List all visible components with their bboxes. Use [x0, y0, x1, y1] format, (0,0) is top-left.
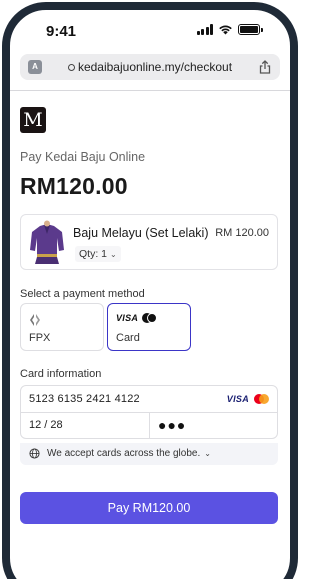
url-text: kedaibajuonline.my/checkout [77, 60, 233, 74]
card-input-group: 5123 6135 2421 4122 VISA 12 / 28 ●●● [20, 385, 278, 439]
visa-icon: VISA [116, 313, 139, 323]
signal-icon [196, 24, 213, 35]
accepted-cards-text: We accept cards across the globe. [47, 448, 201, 459]
url-display[interactable]: kedaibajuonline.my/checkout [20, 60, 280, 74]
cvc-input[interactable]: ●●● [158, 417, 186, 433]
card-number-input[interactable]: 5123 6135 2421 4122 [29, 393, 140, 405]
fpx-icon [30, 314, 40, 326]
address-bar[interactable]: A kedaibajuonline.my/checkout [20, 54, 280, 80]
translate-icon[interactable]: A [28, 60, 42, 74]
lock-icon [67, 64, 75, 71]
wifi-icon [219, 25, 232, 35]
item-name: Baju Melayu (Set Lelaki) [73, 226, 209, 240]
payment-method-heading: Select a payment method [20, 288, 145, 300]
share-icon[interactable] [258, 60, 272, 74]
chevron-down-icon: ⌄ [110, 250, 117, 259]
payment-method-label: Card [116, 332, 140, 344]
browser-divider [10, 90, 290, 91]
merchant-name: Pay Kedai Baju Online [20, 150, 146, 164]
item-price: RM 120.00 [215, 227, 269, 239]
accepted-brands: VISA [227, 394, 269, 404]
status-time: 9:41 [46, 23, 77, 40]
status-bar: 9:41 [10, 10, 290, 50]
card-brand-icons: VISA [116, 313, 158, 323]
payment-method-label: FPX [29, 332, 51, 344]
status-icons [196, 24, 263, 35]
field-divider [149, 412, 150, 438]
payment-method-card[interactable]: VISA Card [107, 303, 191, 351]
expiry-input[interactable]: 12 / 28 [29, 419, 63, 431]
payment-method-fpx[interactable]: FPX [20, 303, 104, 351]
mastercard-icon [254, 394, 269, 404]
visa-icon: VISA [226, 394, 249, 404]
card-info-heading: Card information [20, 368, 102, 380]
phone-frame: 9:41 A kedaibajuonline.my/checkout M Pay… [2, 2, 298, 579]
battery-icon [238, 24, 263, 35]
quantity-label: Qty: 1 [79, 248, 108, 260]
mastercard-icon [142, 313, 158, 323]
accepted-cards-note[interactable]: We accept cards across the globe. ⌄ [20, 443, 278, 465]
chevron-down-icon: ⌄ [204, 449, 211, 458]
total-amount: RM120.00 [20, 173, 128, 199]
product-image [27, 220, 67, 265]
pay-button[interactable]: Pay RM120.00 [20, 492, 278, 524]
merchant-logo: M [20, 107, 46, 133]
quantity-selector[interactable]: Qty: 1 ⌄ [75, 246, 121, 262]
order-item: Baju Melayu (Set Lelaki) RM 120.00 Qty: … [20, 214, 278, 270]
globe-icon [29, 448, 40, 459]
